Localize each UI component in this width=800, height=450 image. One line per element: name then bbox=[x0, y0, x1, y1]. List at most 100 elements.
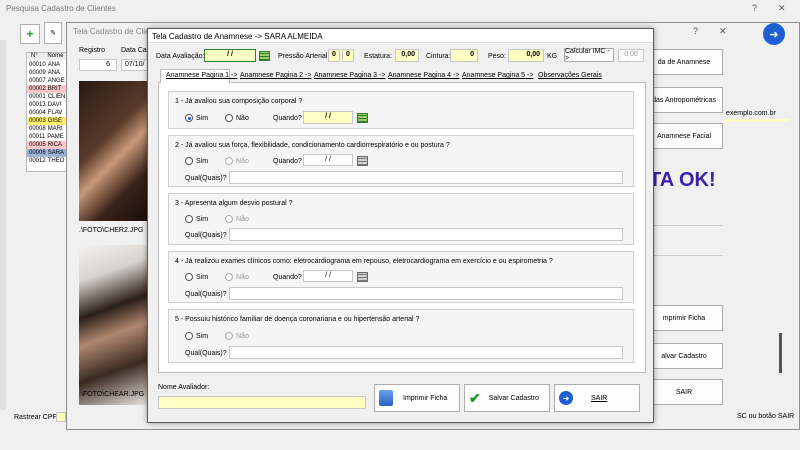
calcular-imc-label: Calcular IMC -> bbox=[565, 48, 610, 62]
q2-sim-radio[interactable] bbox=[185, 157, 193, 165]
q2-nao-option: Não bbox=[225, 157, 249, 165]
table-row[interactable]: 00004 FLAV bbox=[27, 109, 69, 117]
q1-nao-radio[interactable] bbox=[225, 114, 233, 122]
q4-qual-field[interactable] bbox=[229, 287, 623, 300]
table-row[interactable]: 00003 GISE bbox=[27, 117, 69, 125]
anamnese-facial-button[interactable]: Anamnese Facial bbox=[645, 123, 723, 149]
antropometricas-button[interactable]: das Antropométricas bbox=[645, 87, 723, 113]
imprimir-ficha-button[interactable]: Imprimir Ficha bbox=[374, 384, 460, 412]
q1-nao-option[interactable]: Não bbox=[225, 114, 249, 122]
right-scrollbar[interactable] bbox=[779, 333, 782, 373]
table-row[interactable]: 00011 PAME bbox=[27, 133, 69, 141]
table-row[interactable]: 00012 THEO bbox=[27, 157, 69, 165]
salvar-cadastro-label: Salvar Cadastro bbox=[488, 394, 539, 402]
email-strip bbox=[723, 119, 789, 122]
pesquisa-close-icon[interactable]: ✕ bbox=[778, 3, 786, 14]
q1-sim-option[interactable]: Sim bbox=[185, 114, 208, 122]
q1-quando-label: Quando? bbox=[273, 115, 302, 122]
add-icon[interactable]: + bbox=[20, 24, 40, 44]
q3-sim-radio[interactable] bbox=[185, 215, 193, 223]
table-row[interactable]: 00001 CLIEN bbox=[27, 93, 69, 101]
q5-nao-radio bbox=[225, 332, 233, 340]
q2-qual-field[interactable] bbox=[229, 171, 623, 184]
registro-field[interactable]: 6 bbox=[79, 59, 117, 71]
edit-icon[interactable]: ✎ bbox=[44, 22, 62, 44]
left-scroll-strip[interactable] bbox=[0, 40, 6, 410]
q3-qual-field[interactable] bbox=[229, 228, 623, 241]
data-avaliacao-field[interactable]: / / bbox=[204, 49, 256, 62]
table-row[interactable]: 00002 BRIT bbox=[27, 85, 69, 93]
pressao-a-field[interactable]: 0 bbox=[328, 49, 340, 62]
table-row[interactable]: 00006 SARA bbox=[27, 149, 69, 157]
sair-button[interactable]: ➜ SAIR bbox=[554, 384, 640, 412]
ficha-anamnese-button[interactable]: da de Anamnese bbox=[645, 49, 723, 75]
q2-nao-radio bbox=[225, 157, 233, 165]
table-row[interactable]: 00013 DAVI bbox=[27, 101, 69, 109]
calcular-imc-button[interactable]: Calcular IMC -> bbox=[564, 48, 614, 62]
bg-salvar-label: alvar Cadastro bbox=[661, 352, 707, 360]
question-5-text: 5 - Possuiu histórico familiar de doença… bbox=[175, 316, 420, 323]
customer-list[interactable]: N° Nome 00010 ANA 00009 ANA 00007 ANGE 00002 BR… bbox=[26, 52, 71, 172]
q2-calendar-icon[interactable] bbox=[357, 156, 368, 166]
table-row[interactable]: 00007 ANGE bbox=[27, 77, 69, 85]
rastrear-field[interactable] bbox=[56, 412, 66, 422]
data-avaliacao-calendar-icon[interactable] bbox=[259, 51, 270, 61]
q4-quando-field[interactable]: / / bbox=[303, 270, 353, 282]
row-number: 00010 bbox=[29, 62, 46, 68]
row-number: 00004 bbox=[29, 110, 46, 116]
q4-sim-radio[interactable] bbox=[185, 273, 193, 281]
tab-pagina-3[interactable]: Anamnese Pagina 3 -> bbox=[314, 72, 385, 79]
q4-calendar-icon[interactable] bbox=[357, 272, 368, 282]
ficha-anamnese-label: da de Anamnese bbox=[657, 58, 711, 66]
question-5-box: 5 - Possuiu histórico familiar de doença… bbox=[168, 309, 634, 363]
q2-quando-field[interactable]: / / bbox=[303, 154, 353, 166]
anamnese-title: Tela Cadastro de Anamnese -> SARA ALMEID… bbox=[148, 29, 653, 43]
pesquisa-help-icon[interactable]: ? bbox=[752, 3, 757, 13]
salvar-cadastro-button[interactable]: ✔ Salvar Cadastro bbox=[464, 384, 550, 412]
estatura-field[interactable]: 0,00 bbox=[395, 49, 419, 62]
row-name: CLIEN bbox=[47, 94, 66, 100]
next-arrow-icon[interactable]: ➜ bbox=[763, 23, 785, 45]
table-row[interactable]: 00010 ANA bbox=[27, 61, 69, 69]
q5-nao-label: Não bbox=[236, 332, 249, 340]
bg-imprimir-button[interactable]: mprimir Ficha bbox=[645, 305, 723, 331]
table-row[interactable]: 00005 RICA bbox=[27, 141, 69, 149]
table-row[interactable]: 00008 MARI bbox=[27, 125, 69, 133]
q4-sim-option[interactable]: Sim bbox=[185, 273, 208, 281]
email-field[interactable]: exemplo.com.br bbox=[723, 109, 789, 119]
estatura-label: Estatura: bbox=[364, 53, 393, 60]
pressao-b-field[interactable]: 0 bbox=[342, 49, 354, 62]
q3-sim-option[interactable]: Sim bbox=[185, 215, 208, 223]
row-name: BRIT bbox=[47, 86, 62, 92]
bg-sair-label: SAIR bbox=[675, 388, 693, 396]
q1-quando-field[interactable]: / / bbox=[303, 111, 353, 124]
table-row[interactable]: 00009 ANA bbox=[27, 69, 69, 77]
tab-pagina-4[interactable]: Anamnese Pagina 4 -> bbox=[388, 72, 459, 79]
q5-sim-option[interactable]: Sim bbox=[185, 332, 208, 340]
cadastro-help-icon[interactable]: ? bbox=[693, 26, 698, 36]
bg-sair-button[interactable]: SAIR bbox=[645, 379, 723, 405]
row-number: 00002 bbox=[29, 86, 46, 92]
q5-sim-radio[interactable] bbox=[185, 332, 193, 340]
tab-pagina-5[interactable]: Anamnese Pagina 5 -> bbox=[462, 72, 533, 79]
tab-observacoes[interactable]: Observações Gerais bbox=[538, 72, 602, 79]
q2-sim-option[interactable]: Sim bbox=[185, 157, 208, 165]
peso-field[interactable]: 0,00 bbox=[508, 49, 544, 62]
data-cadastro-field[interactable]: 07/10/ bbox=[121, 59, 149, 71]
q1-calendar-icon[interactable] bbox=[357, 113, 368, 123]
question-2-text: 2 - Já avaliou sua força, flexibilidade,… bbox=[175, 142, 450, 149]
tab-pagina-2[interactable]: Anamnese Pagina 2 -> bbox=[240, 72, 311, 79]
cadastro-close-icon[interactable]: ✕ bbox=[719, 26, 727, 37]
row-name: DAVI bbox=[47, 102, 62, 108]
q5-qual-field[interactable] bbox=[229, 346, 623, 359]
imc-field: 0,00 bbox=[618, 49, 644, 62]
bg-salvar-button[interactable]: alvar Cadastro bbox=[645, 343, 723, 369]
cintura-field[interactable]: 0 bbox=[450, 49, 478, 62]
q4-nao-label: Não bbox=[236, 273, 249, 281]
nome-avaliador-field[interactable] bbox=[158, 396, 366, 409]
q1-sim-radio[interactable] bbox=[185, 114, 193, 122]
q4-qual-label: Qual(Quais)? bbox=[185, 291, 227, 298]
data-avaliacao-label: Data Avaliação: bbox=[156, 53, 205, 60]
q5-nao-option: Não bbox=[225, 332, 249, 340]
list-header-num: N° bbox=[31, 53, 38, 59]
